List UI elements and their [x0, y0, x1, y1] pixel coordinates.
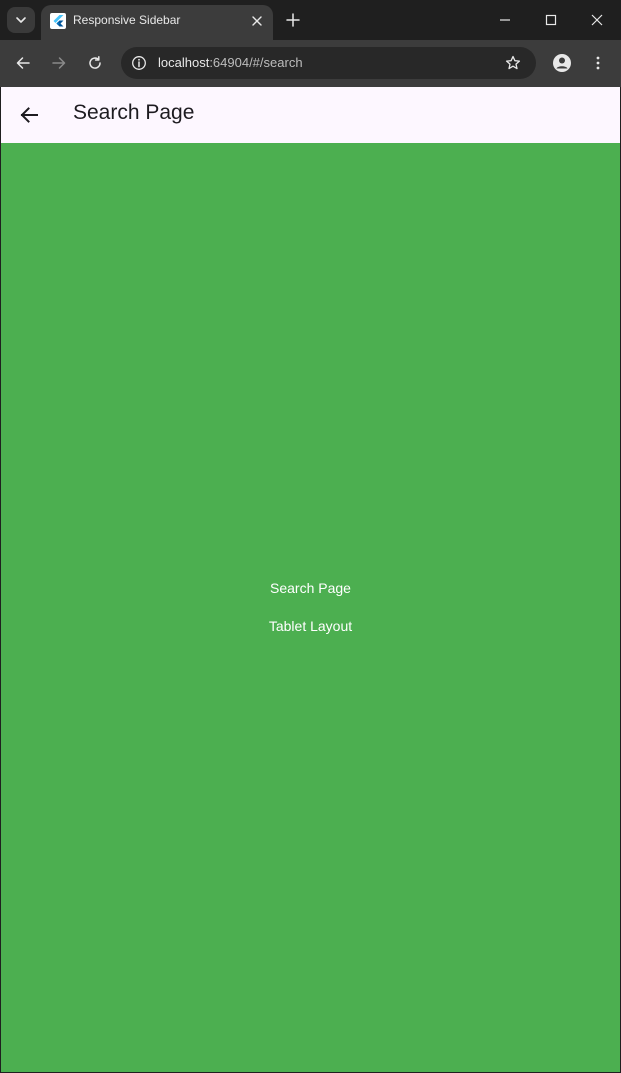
person-icon: [553, 54, 571, 72]
reload-icon: [89, 56, 101, 69]
tab-search-button[interactable]: [7, 7, 35, 33]
browser-menu-button[interactable]: [586, 51, 610, 75]
star-icon: [505, 55, 521, 70]
page-title: Search Page: [73, 101, 195, 124]
info-icon: [132, 56, 146, 70]
page-content: Search Page Search Page Tablet Layout: [1, 87, 620, 1072]
tab-close-button[interactable]: [249, 13, 265, 29]
reload-button[interactable]: [83, 51, 107, 75]
profile-button[interactable]: [550, 51, 574, 75]
url-text[interactable]: localhost:64904/#/search: [158, 55, 303, 70]
app-bar: Search Page: [1, 87, 620, 143]
arrow-back-icon: [20, 107, 38, 123]
close-window-button[interactable]: [585, 8, 609, 32]
browser-tab-active[interactable]: Responsive Sidebar: [41, 5, 273, 40]
chevron-down-icon: [16, 17, 26, 23]
more-vert-icon: [596, 56, 600, 70]
bookmark-button[interactable]: [504, 54, 522, 72]
browser-toolbar: localhost:64904/#/search: [0, 40, 621, 87]
close-icon: [252, 16, 262, 26]
layout-label: Tablet Layout: [268, 618, 353, 634]
url-host: localhost: [158, 55, 210, 70]
back-button[interactable]: [15, 101, 43, 129]
arrow-left-icon: [16, 57, 30, 69]
body-title: Search Page: [270, 580, 351, 596]
url-path: :64904/#/search: [209, 55, 303, 70]
address-bar[interactable]: localhost:64904/#/search: [121, 47, 536, 79]
close-icon: [591, 14, 603, 26]
new-tab-button[interactable]: [283, 10, 303, 30]
back-button[interactable]: [11, 51, 35, 75]
minimize-icon: [500, 19, 510, 21]
plus-icon: [286, 13, 300, 27]
arrow-right-icon: [52, 57, 66, 69]
browser-window: Responsive Sidebar localhost:64904/#/sea…: [0, 0, 621, 1073]
flutter-icon: [50, 13, 66, 29]
forward-button[interactable]: [47, 51, 71, 75]
maximize-icon: [545, 14, 557, 26]
minimize-button[interactable]: [493, 8, 517, 32]
tab-strip: Responsive Sidebar: [0, 0, 621, 40]
site-info-button[interactable]: [129, 53, 149, 73]
maximize-button[interactable]: [539, 8, 563, 32]
tab-title: Responsive Sidebar: [73, 13, 181, 27]
